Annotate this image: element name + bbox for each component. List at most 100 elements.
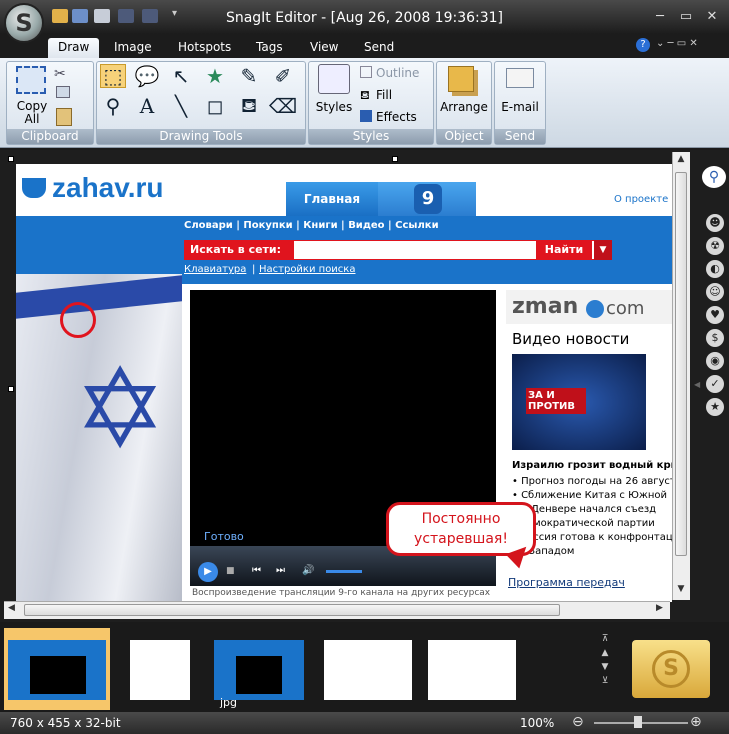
previous-icon[interactable]: ⏮ [252, 565, 261, 576]
maximize-icon[interactable]: ▭ [676, 9, 696, 25]
email-icon [506, 68, 534, 88]
tab-send[interactable]: Send [354, 38, 404, 58]
arrange-button[interactable]: Arrange [440, 100, 488, 114]
highlight-tool-icon[interactable]: ✐ [270, 64, 296, 88]
email-button[interactable]: E-mail [496, 100, 544, 114]
horizontal-scroll-thumb[interactable] [24, 604, 560, 616]
styles-group-label: Styles [309, 129, 433, 144]
vertical-scroll-thumb[interactable] [675, 172, 687, 556]
zoom-in-icon[interactable]: ⊕ [690, 714, 702, 730]
nav-home[interactable]: Главная [286, 182, 378, 216]
news-bullet[interactable]: • Россия готова к конфронтац [512, 532, 672, 543]
channel-9-icon: 9 [414, 184, 442, 214]
dollar-icon[interactable]: $ [706, 329, 724, 347]
zoom-tool-icon[interactable]: ⚲ [100, 94, 126, 118]
play-icon[interactable]: ▶ [198, 562, 218, 582]
stop-icon[interactable]: ■ [226, 566, 235, 576]
zoom-out-icon[interactable]: ⊖ [572, 714, 584, 730]
selection-tool-icon[interactable]: ⬚ [100, 64, 126, 88]
stamp-icon[interactable]: ☻ [706, 214, 724, 232]
news-bullet[interactable]: демократической партии [520, 518, 655, 529]
check-icon[interactable]: ✓ [706, 375, 724, 393]
paste-icon[interactable] [56, 108, 72, 126]
program-link[interactable]: Программа передач [508, 576, 625, 589]
eraser-tool-icon[interactable]: ⌫ [269, 94, 297, 118]
volume-icon[interactable]: 🔊 [302, 565, 314, 576]
search-settings-link[interactable]: Настройки поиска [259, 264, 355, 275]
copy-icon[interactable] [56, 86, 70, 98]
effects-button[interactable]: Effects [376, 110, 417, 124]
scroll-up-icon[interactable]: ▲ [674, 154, 688, 168]
styles-button[interactable]: Styles [312, 100, 356, 114]
scroll-right-icon[interactable]: ▶ [656, 603, 663, 613]
top-links[interactable]: Словари | Покупки | Книги | Видео | Ссыл… [184, 220, 439, 231]
captured-image[interactable]: zahav.ru Главная 9 О проекте Словари | П… [16, 164, 672, 602]
clipboard-group-label: Clipboard [7, 129, 93, 144]
smiley-icon[interactable]: ☺ [706, 283, 724, 301]
resize-handle[interactable] [8, 156, 14, 162]
image-dimensions: 760 x 455 x 32-bit [10, 716, 121, 730]
tab-draw[interactable]: Draw [48, 38, 100, 58]
tray-thumbnail[interactable] [428, 640, 516, 700]
tab-tags[interactable]: Tags [246, 38, 293, 58]
line-tool-icon[interactable]: ╲ [168, 94, 194, 118]
star-of-david-icon: ✡ [74, 345, 167, 473]
resize-handle[interactable] [392, 156, 398, 162]
stamp-tool-icon[interactable]: ★ [202, 64, 228, 88]
search-dropdown-icon[interactable]: ▼ [594, 240, 612, 260]
tab-view[interactable]: View [300, 38, 348, 58]
keyboard-link[interactable]: Клавиатура [184, 264, 246, 275]
news-bullet[interactable]: • Прогноз погоды на 26 август [512, 476, 672, 487]
thumbnail-label: jpg [220, 696, 238, 709]
effects-icon [360, 110, 372, 122]
tab-image[interactable]: Image [104, 38, 162, 58]
minimize-icon[interactable]: ─ [650, 9, 670, 25]
callout-annotation[interactable]: Постоянно устаревшая! [386, 502, 536, 556]
scroll-down-icon[interactable]: ▼ [674, 584, 688, 598]
thumbnail-video [30, 656, 86, 694]
zman-domain: com [606, 298, 645, 319]
panel-collapse-icon[interactable]: ◀ [694, 380, 700, 389]
fill-tool-icon[interactable]: ⛾ [236, 93, 262, 118]
resize-handle[interactable] [8, 386, 14, 392]
tray-thumbnail[interactable] [130, 640, 190, 700]
news-headline[interactable]: Израилю грозит водный кри [512, 460, 672, 471]
about-link[interactable]: О проекте [614, 194, 668, 205]
radiation-icon[interactable]: ☢ [706, 237, 724, 255]
heart-icon[interactable]: ♥ [706, 306, 724, 324]
scroll-left-icon[interactable]: ◀ [8, 603, 15, 613]
arrow-tool-icon[interactable]: ↖ [168, 64, 194, 88]
callout-tool-icon[interactable]: 💬 [134, 64, 160, 88]
shape-tool-icon[interactable]: ◻ [202, 94, 228, 118]
search-button[interactable]: Найти [536, 240, 592, 260]
pen-tool-icon[interactable]: ✎ [236, 64, 262, 88]
cut-icon[interactable]: ✂ [54, 66, 66, 82]
text-tool-icon[interactable]: A [134, 94, 160, 118]
tray-thumbnail[interactable] [324, 640, 412, 700]
outline-button[interactable]: Outline [376, 66, 419, 80]
help-icon[interactable]: ? [636, 38, 650, 52]
zoom-level: 100% [520, 716, 555, 730]
thumbnail-video [236, 656, 282, 694]
ribbon-options-icon[interactable]: ⌄ ─ ▭ ✕ [656, 38, 698, 49]
search-icon[interactable]: ⚲ [702, 166, 726, 188]
stamp-icon[interactable]: ◐ [706, 260, 724, 278]
zoom-slider-thumb[interactable] [634, 716, 642, 728]
volume-slider[interactable] [326, 570, 362, 573]
zman-logo: zman [512, 294, 579, 319]
player-status: Готово [204, 530, 244, 543]
next-icon[interactable]: ⏭ [276, 565, 285, 576]
tray-scroll-icon[interactable]: ⊼ ▲ ▼ ⊻ [600, 632, 610, 688]
star-icon[interactable]: ★ [706, 398, 724, 416]
location-icon[interactable]: ◉ [706, 352, 724, 370]
news-bullet[interactable]: • Сближение Китая с Южной [512, 490, 667, 501]
tab-hotspots[interactable]: Hotspots [168, 38, 241, 58]
close-icon[interactable]: ✕ [702, 9, 722, 25]
copy-all-button[interactable]: Copy All [10, 100, 54, 126]
styles-gallery-icon [318, 64, 350, 94]
fill-button[interactable]: Fill [376, 88, 392, 102]
send-group-label: Send [495, 129, 545, 144]
outline-icon [360, 66, 372, 78]
drawing-tools-group-label: Drawing Tools [97, 129, 305, 144]
app-menu-orb[interactable]: S [4, 3, 44, 43]
